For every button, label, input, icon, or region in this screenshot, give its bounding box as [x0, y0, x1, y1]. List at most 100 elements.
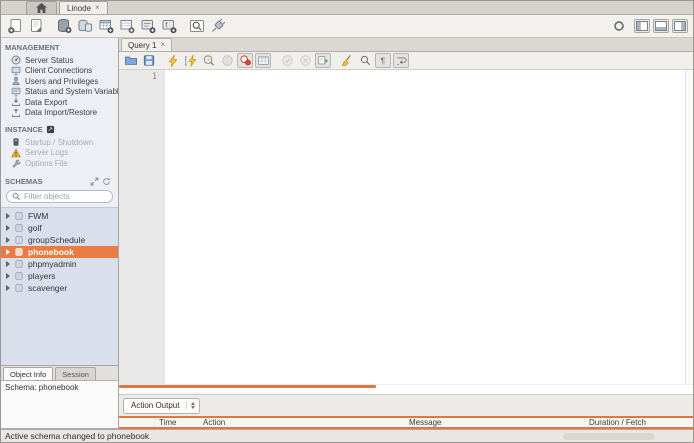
svg-text:¶: ¶	[380, 56, 385, 66]
code-area[interactable]	[165, 70, 685, 384]
editor-vertical-scrollbar[interactable]	[685, 70, 693, 384]
toggle-stop-on-error-icon[interactable]	[237, 53, 253, 68]
stop-execution-icon[interactable]	[219, 53, 235, 68]
chevron-right-icon[interactable]	[6, 249, 10, 255]
connection-tab-linode[interactable]: Linode ×	[59, 1, 108, 14]
toggle-autocommit-icon[interactable]	[315, 53, 331, 68]
connection-tab-label: Linode	[67, 4, 91, 13]
object-info-panel: Schema: phonebook	[1, 380, 118, 429]
schema-icon	[14, 271, 24, 281]
toggle-right-sidebar-icon[interactable]	[672, 19, 688, 33]
schema-row-scavenger[interactable]: scavenger	[1, 282, 118, 294]
search-table-data-icon[interactable]	[188, 17, 206, 35]
chevron-right-icon[interactable]	[6, 273, 10, 279]
chevron-right-icon[interactable]	[6, 213, 10, 219]
open-sql-script-icon[interactable]	[27, 17, 45, 35]
instance-header: INSTANCE	[1, 123, 118, 137]
tab-object-info[interactable]: Object Info	[3, 367, 53, 380]
expand-icon[interactable]	[90, 177, 99, 186]
reconnect-dbms-icon[interactable]	[209, 17, 227, 35]
cleanup-sql-icon[interactable]	[339, 53, 355, 68]
output-table-header: Time Action Message Duration / Fetch	[119, 416, 693, 429]
column-header-time[interactable]: Time	[155, 418, 203, 427]
sidebar-item-startup-shutdown[interactable]: Startup / Shutdown	[1, 137, 118, 148]
gear-icon[interactable]	[610, 17, 628, 35]
tab-session[interactable]: Session	[55, 367, 96, 380]
execute-script-icon[interactable]	[165, 53, 181, 68]
save-script-icon[interactable]	[141, 53, 157, 68]
startup-shutdown-icon	[11, 137, 21, 147]
sidebar-item-users-privileges[interactable]: Users and Privileges	[1, 76, 118, 87]
output-selector[interactable]: Action Output	[123, 398, 200, 414]
chevron-right-icon[interactable]	[6, 237, 10, 243]
sidebar-item-server-status[interactable]: Server Status	[1, 55, 118, 66]
sidebar-item-client-connections[interactable]: Client Connections	[1, 66, 118, 77]
schema-filter-box[interactable]	[6, 190, 113, 203]
sidebar-item-options-file[interactable]: Options File	[1, 158, 118, 169]
instance-badge-icon	[46, 125, 55, 134]
limit-rows-icon[interactable]	[255, 53, 271, 68]
find-icon[interactable]	[357, 53, 373, 68]
schema-icon	[14, 247, 24, 257]
home-icon	[36, 3, 47, 13]
close-icon[interactable]: ×	[160, 41, 165, 49]
sql-code-editor[interactable]: 1	[119, 70, 693, 384]
schema-icon	[14, 283, 24, 293]
server-logs-icon	[11, 148, 21, 158]
create-function-icon[interactable]: f	[160, 17, 178, 35]
status-bar: Active schema changed to phonebook	[1, 429, 693, 442]
column-header-action[interactable]: Action	[203, 418, 409, 427]
schema-inspector-icon[interactable]	[76, 17, 94, 35]
sidebar-item-data-import[interactable]: Data Import/Restore	[1, 108, 118, 119]
create-schema-icon[interactable]	[55, 17, 73, 35]
schema-row-players[interactable]: players	[1, 270, 118, 282]
create-procedure-icon[interactable]	[139, 17, 157, 35]
schema-icon	[14, 259, 24, 269]
schema-icon	[14, 235, 24, 245]
tab-query-1[interactable]: Query 1 ×	[121, 38, 172, 51]
create-view-icon[interactable]	[118, 17, 136, 35]
new-query-tab-icon[interactable]	[6, 17, 24, 35]
schema-row-groupschedule[interactable]: groupSchedule	[1, 234, 118, 246]
chevron-right-icon[interactable]	[6, 285, 10, 291]
sidebar-item-data-export[interactable]: Data Export	[1, 97, 118, 108]
column-header-duration-fetch[interactable]: Duration / Fetch	[589, 418, 693, 427]
schema-filter-input[interactable]	[24, 192, 107, 201]
server-status-icon	[11, 55, 21, 65]
spinner-icon[interactable]	[186, 402, 195, 409]
schema-row-golf[interactable]: golf	[1, 222, 118, 234]
query-tab-bar: Query 1 ×	[119, 38, 693, 52]
chevron-right-icon[interactable]	[6, 225, 10, 231]
users-icon	[11, 76, 21, 86]
system-variables-icon	[11, 87, 21, 97]
schema-row-phonebook[interactable]: phonebook	[1, 246, 118, 258]
explain-plan-icon[interactable]	[201, 53, 217, 68]
toggle-left-sidebar-icon[interactable]	[634, 19, 650, 33]
editor-toolbar: ¶	[119, 52, 693, 70]
svg-text:f: f	[166, 23, 168, 30]
sidebar-item-server-logs[interactable]: Server Logs	[1, 148, 118, 159]
line-number: 1	[152, 72, 157, 82]
toggle-wrap-icon[interactable]	[393, 53, 409, 68]
scrollbar-thumb[interactable]	[119, 385, 376, 388]
chevron-right-icon[interactable]	[6, 261, 10, 267]
commit-icon[interactable]	[279, 53, 295, 68]
sql-editor-area: Query 1 ×	[119, 38, 693, 429]
close-icon[interactable]: ×	[95, 4, 100, 12]
show-invisibles-icon[interactable]: ¶	[375, 53, 391, 68]
home-tab[interactable]	[26, 1, 57, 14]
schema-row-phpmyadmin[interactable]: phpmyadmin	[1, 258, 118, 270]
sidebar-item-system-variables[interactable]: Status and System Variables	[1, 87, 118, 98]
schema-icon	[14, 223, 24, 233]
create-table-icon[interactable]	[97, 17, 115, 35]
editor-horizontal-scrollbar[interactable]	[119, 384, 693, 394]
schema-row-fwm[interactable]: FWM	[1, 210, 118, 222]
rollback-icon[interactable]	[297, 53, 313, 68]
execute-current-statement-icon[interactable]	[183, 53, 199, 68]
mysql-workbench-window: Linode × f	[0, 0, 694, 443]
refresh-icon[interactable]	[102, 177, 111, 186]
search-icon	[12, 192, 21, 201]
column-header-message[interactable]: Message	[409, 418, 589, 427]
open-script-icon[interactable]	[123, 53, 139, 68]
toggle-bottom-panel-icon[interactable]	[653, 19, 669, 33]
